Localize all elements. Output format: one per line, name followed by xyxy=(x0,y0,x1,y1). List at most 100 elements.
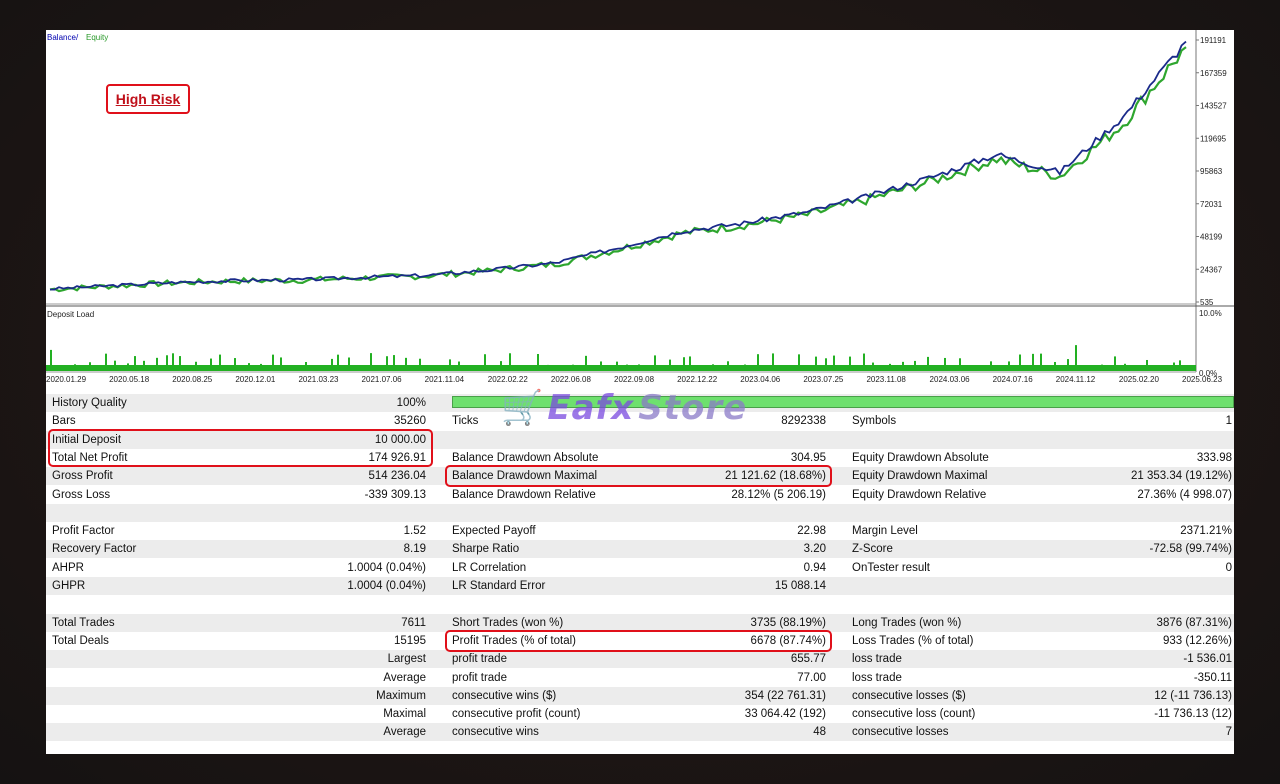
deposit-load-bar xyxy=(1173,362,1175,371)
expected-payoff-label: Expected Payoff xyxy=(452,525,536,538)
symbols-label: Symbols xyxy=(852,415,897,428)
deposit-load-bar xyxy=(134,356,136,371)
deposit-load-bar xyxy=(436,365,438,371)
largest-loss-label: loss trade xyxy=(852,653,902,666)
balance-dd-max-label: Balance Drawdown Maximal xyxy=(452,470,598,483)
y-tick-label: 95863 xyxy=(1200,167,1223,176)
row-recovery-factor: Recovery Factor 8.19 Sharpe Ratio 3.20 Z… xyxy=(46,540,1234,559)
initial-deposit-label: Initial Deposit xyxy=(52,433,122,446)
x-tick-label: 2023.07.25 xyxy=(803,375,844,384)
deposit-load-bar xyxy=(698,365,700,371)
maximal-loss-value: -11 736.13 (12) xyxy=(1154,708,1232,721)
deposit-load-bar xyxy=(359,365,361,371)
average-label: Average xyxy=(383,671,426,684)
deposit-load-bar xyxy=(1040,353,1042,371)
row-net-profit: Total Net Profit 174 926.91 Balance Draw… xyxy=(46,449,1234,467)
deposit-load-bar xyxy=(585,355,587,371)
ontester-label: OnTester result xyxy=(852,561,930,574)
deposit-load-bar xyxy=(272,354,274,371)
deposit-load-bar xyxy=(1092,366,1094,371)
profit-factor-value: 1.52 xyxy=(403,525,426,538)
deposit-load-bar xyxy=(654,355,656,371)
x-tick-label: 2022.09.08 xyxy=(614,375,655,384)
maximal-profit-value: 33 064.42 (192) xyxy=(744,708,826,721)
deposit-load-bar xyxy=(419,358,421,371)
deposit-load-bar xyxy=(195,361,197,371)
y-tick-label: 72031 xyxy=(1200,200,1223,209)
deposit-load-bar xyxy=(1146,359,1148,371)
y-tick-label: 24367 xyxy=(1200,265,1223,274)
equity-dd-abs-label: Equity Drawdown Absolute xyxy=(852,451,989,464)
balance-dd-abs-value: 304.95 xyxy=(790,451,826,464)
row-bars: Bars 35260 Ticks 8292338 Symbols 1 xyxy=(46,412,1234,430)
ghpr-label: GHPR xyxy=(52,580,86,592)
deposit-load-bar xyxy=(895,365,897,371)
chart-svg: Balance / Equity 191191 167359 143527 11969… xyxy=(46,30,1234,384)
deposit-load-bar xyxy=(89,362,91,371)
bars-value: 35260 xyxy=(394,415,426,428)
deposit-load-bar xyxy=(74,364,76,371)
row-gross-profit: Gross Profit 514 236.04 Balance Drawdown… xyxy=(46,467,1234,486)
avg-consec-wins-value: 48 xyxy=(813,726,826,739)
x-tick-label: 2025.06.23 xyxy=(1182,375,1223,384)
x-tick-label: 2022.12.22 xyxy=(677,375,718,384)
deposit-load-bar xyxy=(1101,364,1103,371)
total-net-profit-label: Total Net Profit xyxy=(52,451,128,464)
chart-title-sep: / xyxy=(76,33,79,42)
deposit-load-bar xyxy=(297,366,299,371)
load-tick-top: 10.0% xyxy=(1199,309,1222,318)
total-trades-label: Total Trades xyxy=(52,616,115,629)
y-axis: 191191 167359 143527 119695 95863 72031 48199 2… xyxy=(1196,36,1227,307)
balance-equity-chart: Balance / Equity 191191 167359 143527 11969… xyxy=(46,30,1234,390)
x-tick-label: 2022.06.08 xyxy=(551,375,592,384)
short-trades-value: 3735 (88.19%) xyxy=(750,616,826,629)
ontester-value: 0 xyxy=(1225,561,1232,574)
equity-dd-rel-label: Equity Drawdown Relative xyxy=(852,488,987,501)
deposit-load-bar xyxy=(315,366,317,371)
x-tick-label: 2021.03.23 xyxy=(298,375,339,384)
deposit-load-bar xyxy=(727,361,729,371)
x-tick-label: 2024.11.12 xyxy=(1056,375,1096,384)
max-consec-losses-value: 12 (-11 736.13) xyxy=(1154,689,1232,702)
long-trades-label: Long Trades (won %) xyxy=(852,616,962,629)
ticks-value: 8292338 xyxy=(781,415,826,428)
deposit-load-bar xyxy=(990,361,992,371)
max-consec-wins-label: consecutive wins ($) xyxy=(452,689,557,702)
deposit-load-bar xyxy=(712,364,714,371)
deposit-load-bar xyxy=(166,355,168,371)
row-average-consec: Average consecutive wins 48 consecutive … xyxy=(46,723,1234,742)
max-consec-losses-label: consecutive losses ($) xyxy=(852,689,966,702)
margin-level-label: Margin Level xyxy=(852,525,918,538)
main-plot-area xyxy=(49,40,1187,293)
row-spacer-2 xyxy=(46,595,1234,613)
deposit-load-bar xyxy=(114,360,116,371)
deposit-load-title: Deposit Load xyxy=(47,310,94,319)
deposit-load-bar xyxy=(143,360,145,371)
row-largest: Largest profit trade 655.77 loss trade -… xyxy=(46,650,1234,669)
balance-dd-rel-label: Balance Drawdown Relative xyxy=(452,488,596,501)
ticks-label: Ticks xyxy=(452,415,479,428)
lr-correlation-value: 0.94 xyxy=(803,561,826,574)
row-ahpr: AHPR 1.0004 (0.04%) LR Correlation 0.94 … xyxy=(46,559,1234,577)
row-profit-factor: Profit Factor 1.52 Expected Payoff 22.98… xyxy=(46,522,1234,540)
deposit-load-bar xyxy=(1075,345,1077,371)
x-tick-label: 2021.07.06 xyxy=(362,375,403,384)
deposit-load-bar xyxy=(210,358,212,371)
x-tick-label: 2020.08.25 xyxy=(172,375,213,384)
deposit-load-bar xyxy=(1156,365,1158,371)
row-maximum: Maximum consecutive wins ($) 354 (22 761… xyxy=(46,686,1234,705)
deposit-load-bar xyxy=(179,356,181,371)
y-tick-label: 119695 xyxy=(1200,134,1227,143)
deposit-load-bar xyxy=(248,363,250,371)
ghpr-value: 1.0004 (0.04%) xyxy=(347,580,426,592)
largest-profit-label: profit trade xyxy=(452,653,507,666)
x-tick-label: 2021.11.04 xyxy=(425,375,465,384)
ahpr-value: 1.0004 (0.04%) xyxy=(347,561,426,574)
x-axis: 2020.01.29 2020.05.18 2020.08.25 2020.12.01… xyxy=(46,375,1223,384)
deposit-load-bar xyxy=(833,355,835,371)
equity-dd-rel-value: 27.36% (4 998.07) xyxy=(1137,488,1232,501)
history-quality-label: History Quality xyxy=(52,397,127,409)
deposit-load-bar xyxy=(500,361,502,371)
deposit-load-bar xyxy=(689,356,691,371)
deposit-load-bar xyxy=(772,353,774,371)
